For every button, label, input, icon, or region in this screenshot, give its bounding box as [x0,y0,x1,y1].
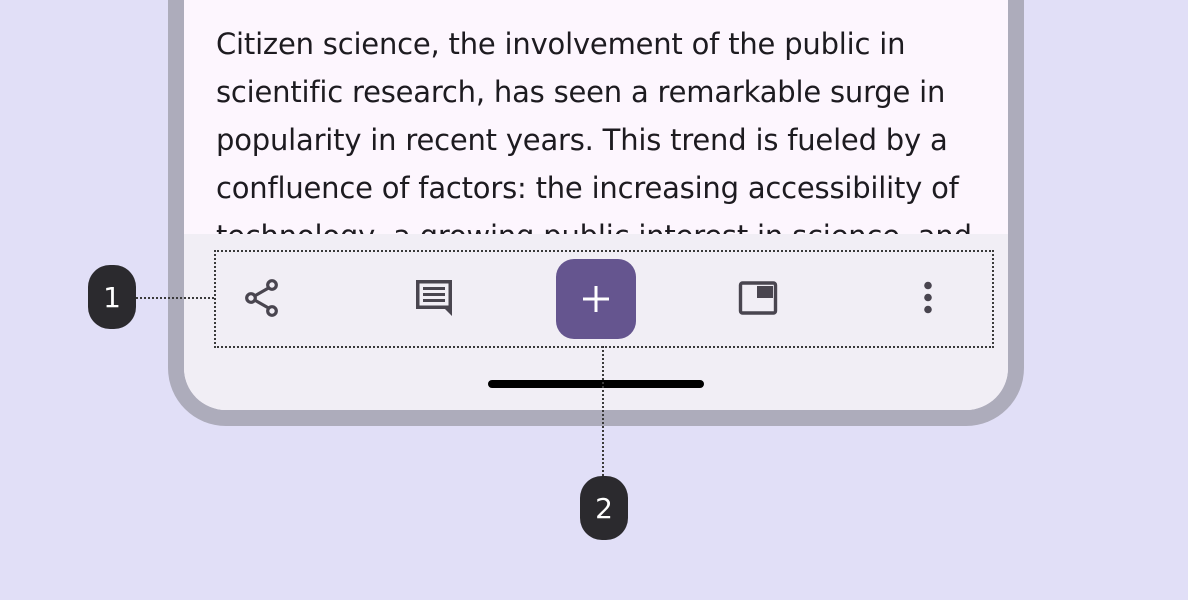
more-vert-icon [924,281,932,314]
bottom-toolbar [214,250,994,348]
share-icon [245,279,278,317]
callout-1-leader-line [136,297,214,299]
add-fab-button[interactable] [556,259,636,339]
callout-2-leader-line [602,346,604,476]
comment-icon [416,280,452,316]
callout-badge-1: 1 [88,265,136,329]
more-options-button[interactable] [898,268,958,328]
callout-badge-2: 2 [580,476,628,540]
share-button[interactable] [232,268,292,328]
picture-in-picture-icon [738,281,778,315]
article-text: Citizen science, the involvement of the … [216,27,972,253]
picture-in-picture-button[interactable] [728,268,788,328]
home-indicator[interactable] [488,380,704,388]
comment-button[interactable] [404,268,464,328]
add-icon [583,286,609,312]
phone-screen: Citizen science, the involvement of the … [184,0,1008,410]
